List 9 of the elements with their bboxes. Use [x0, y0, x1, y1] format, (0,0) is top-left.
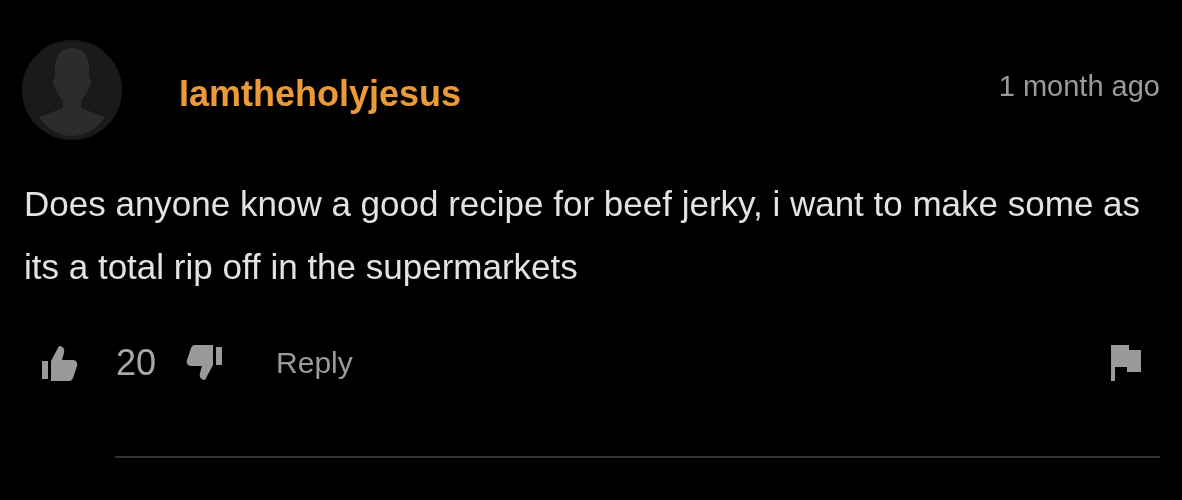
username[interactable]: Iamtheholyjesus: [179, 73, 462, 115]
thumbs-down-icon[interactable]: [184, 343, 225, 383]
flag-icon[interactable]: [1110, 343, 1142, 383]
comment-text: Does anyone know a good recipe for beef jerky, i want to make some as its a total rip off in the supermarkets: [24, 183, 1142, 288]
reply-button[interactable]: Reply: [276, 346, 353, 380]
avatar-silhouette-icon: [22, 40, 122, 140]
thumbs-up-icon[interactable]: [40, 343, 80, 383]
timestamp: 1 month ago: [998, 69, 1160, 103]
like-count: 20: [116, 342, 157, 384]
